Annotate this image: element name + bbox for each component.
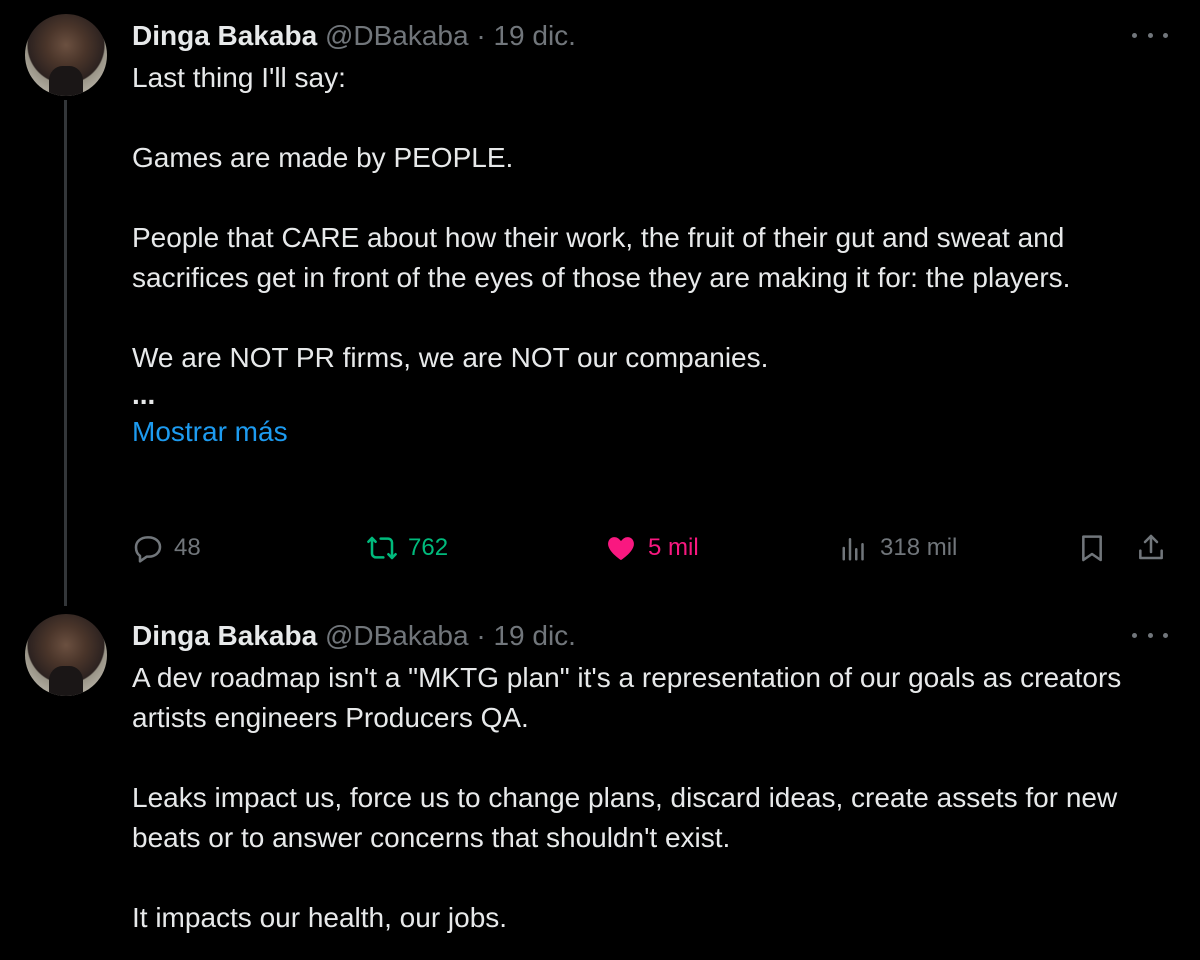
retweet-button[interactable]: 762	[366, 528, 448, 568]
retweet-icon	[367, 536, 397, 560]
tweet-paragraph: Leaks impact us, force us to change plan…	[132, 782, 1118, 853]
tweet[interactable]: Dinga Bakaba @DBakaba · 19 dic. Last thi…	[0, 0, 1200, 606]
truncation-ellipsis: ...	[132, 379, 156, 410]
tweet-paragraph: We are NOT PR firms, we are NOT our comp…	[132, 342, 769, 373]
separator: ·	[476, 20, 486, 51]
views-button[interactable]: 318 mil	[840, 528, 957, 568]
tweet-date[interactable]: 19 dic.	[493, 20, 576, 51]
tweet-body: A dev roadmap isn't a "MKTG plan" it's a…	[132, 658, 1172, 938]
like-icon	[608, 537, 634, 560]
thread-connector	[64, 100, 67, 606]
share-icon	[1139, 534, 1163, 560]
author-name[interactable]: Dinga Bakaba	[132, 20, 317, 51]
bookmark-button[interactable]	[1076, 528, 1108, 568]
tweet-date[interactable]: 19 dic.	[493, 620, 576, 651]
more-icon[interactable]	[1132, 628, 1168, 642]
tweet-paragraph: It impacts our health, our jobs.	[132, 902, 508, 933]
view-count: 318 mil	[880, 534, 958, 561]
action-bar: 48 762 5 mil 318 mil	[132, 528, 1172, 568]
show-more-link[interactable]: Mostrar más	[132, 412, 288, 452]
like-count: 5 mil	[648, 534, 699, 561]
author-handle[interactable]: @DBakaba	[325, 20, 469, 51]
bookmark-icon	[1082, 535, 1102, 562]
tweet-header: Dinga Bakaba @DBakaba · 19 dic.	[132, 18, 576, 54]
reply-icon	[134, 536, 162, 563]
retweet-count: 762	[408, 534, 449, 561]
tweet-body: Last thing I'll say: Games are made by P…	[132, 58, 1172, 452]
tweet-paragraph: Games are made by PEOPLE.	[132, 142, 514, 173]
share-button[interactable]	[1134, 528, 1168, 568]
like-button[interactable]: 5 mil	[604, 528, 699, 568]
author-handle[interactable]: @DBakaba	[325, 620, 469, 651]
views-icon	[842, 538, 864, 561]
author-name[interactable]: Dinga Bakaba	[132, 620, 317, 651]
reply-count: 48	[174, 534, 201, 561]
separator: ·	[476, 620, 486, 651]
tweet[interactable]: Dinga Bakaba @DBakaba · 19 dic. A dev ro…	[0, 600, 1200, 960]
tweet-header: Dinga Bakaba @DBakaba · 19 dic.	[132, 618, 576, 654]
avatar[interactable]	[25, 14, 107, 96]
more-icon[interactable]	[1132, 28, 1168, 42]
reply-button[interactable]: 48	[132, 528, 201, 568]
tweet-paragraph: Last thing I'll say:	[132, 62, 346, 93]
avatar[interactable]	[25, 614, 107, 696]
tweet-paragraph: A dev roadmap isn't a "MKTG plan" it's a…	[132, 662, 1122, 733]
tweet-paragraph: People that CARE about how their work, t…	[132, 222, 1071, 293]
